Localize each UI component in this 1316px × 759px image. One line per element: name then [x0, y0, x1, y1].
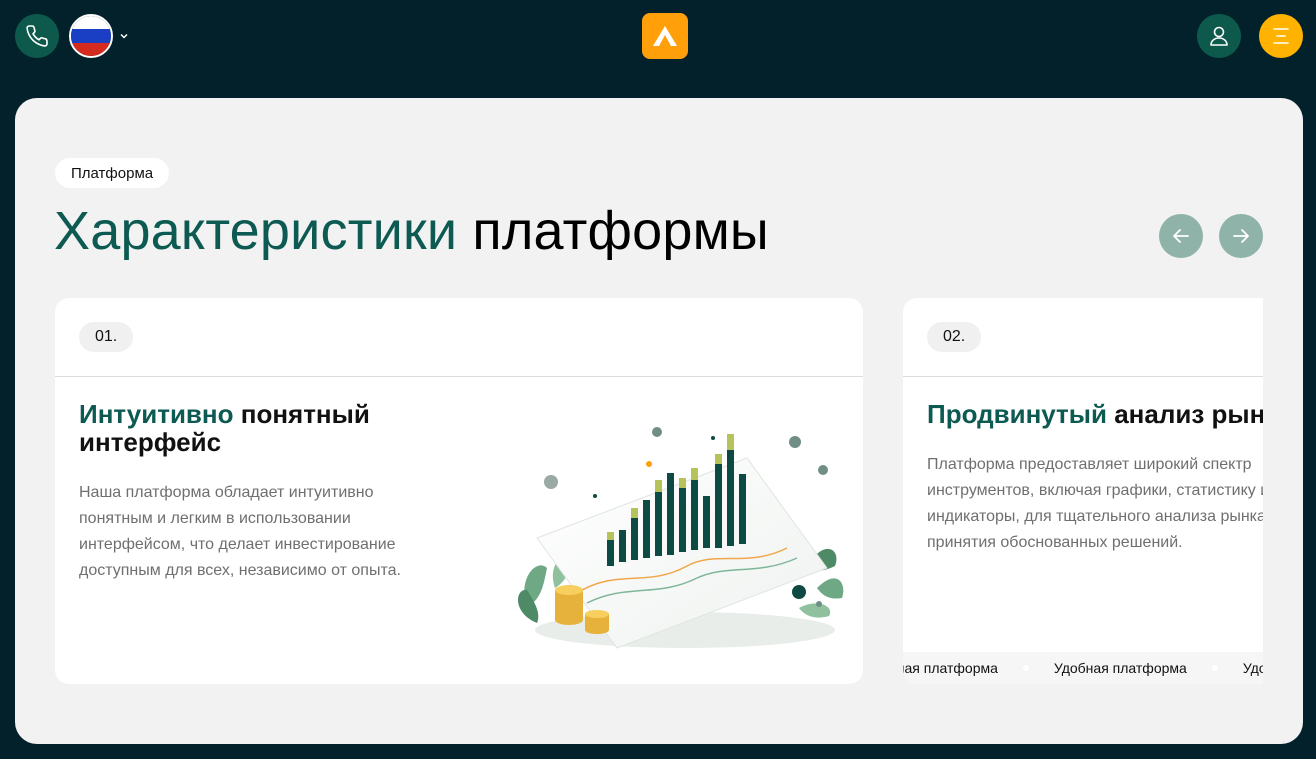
feature-card: 01. Интуитивно понятный интерфейс Наша п… — [55, 298, 863, 684]
menu-button[interactable] — [1259, 14, 1303, 58]
site-header — [0, 0, 1316, 72]
flag-stripe-white — [71, 16, 111, 30]
card-number: 01. — [79, 322, 134, 352]
logo-a-icon — [653, 26, 677, 46]
user-icon — [1210, 26, 1228, 46]
card-title: Интуитивно понятный интерфейс — [79, 400, 439, 456]
section-title: Характеристики платформы — [54, 198, 769, 264]
section-title-rest: платформы — [457, 201, 769, 261]
phone-icon — [26, 25, 48, 47]
menu-icon — [1273, 28, 1289, 44]
flag-stripe-blue — [71, 29, 111, 43]
feature-card: 02. Продвинутый анализ рынка Платформа п… — [903, 298, 1263, 684]
card-divider — [55, 376, 863, 377]
ticker-item: Удобная платформа — [1242, 660, 1263, 676]
card-description: Платформа предоставляет широкий спектр и… — [927, 456, 1263, 551]
ticker-track: Удобная платформа Удобная платформа Удоб… — [903, 652, 1263, 684]
features-slider[interactable]: 01. Интуитивно понятный интерфейс Наша п… — [55, 298, 1263, 684]
flag-stripe-red — [71, 42, 111, 56]
account-button[interactable] — [1197, 14, 1241, 58]
ticker-item: Удобная платформа — [1053, 660, 1187, 676]
marquee-ticker: Удобная платформа Удобная платформа Удоб… — [903, 652, 1263, 684]
ticker-separator-dot — [1022, 665, 1029, 671]
language-selector[interactable] — [69, 14, 129, 58]
ticker-separator-dot — [1211, 665, 1218, 671]
card-title: Продвинутый анализ рынка — [927, 400, 1263, 428]
analytics-dashboard-illustration — [517, 427, 844, 649]
card-title-rest: анализ рынка — [1114, 399, 1263, 429]
chevron-down-icon — [119, 31, 129, 41]
card-number: 02. — [927, 322, 982, 352]
slider-prev-button[interactable] — [1159, 214, 1203, 258]
section-tag: Платформа — [55, 158, 170, 188]
arrow-left-icon — [1173, 229, 1189, 243]
site-logo[interactable] — [642, 13, 688, 59]
phone-button[interactable] — [15, 14, 59, 58]
card-title-accent: Продвинутый — [927, 399, 1107, 429]
card-divider — [903, 376, 1263, 377]
card-title-accent: Интуитивно — [79, 399, 234, 429]
card-description: Наша платформа обладает интуитивно понят… — [79, 484, 401, 579]
slider-next-button[interactable] — [1219, 214, 1263, 258]
russia-flag-icon — [69, 14, 113, 58]
arrow-right-icon — [1233, 229, 1249, 243]
section-title-accent: Характеристики — [54, 201, 458, 261]
features-section: Платформа Характеристики платформы 01. И… — [15, 98, 1303, 744]
ticker-item: Удобная платформа — [903, 660, 998, 676]
